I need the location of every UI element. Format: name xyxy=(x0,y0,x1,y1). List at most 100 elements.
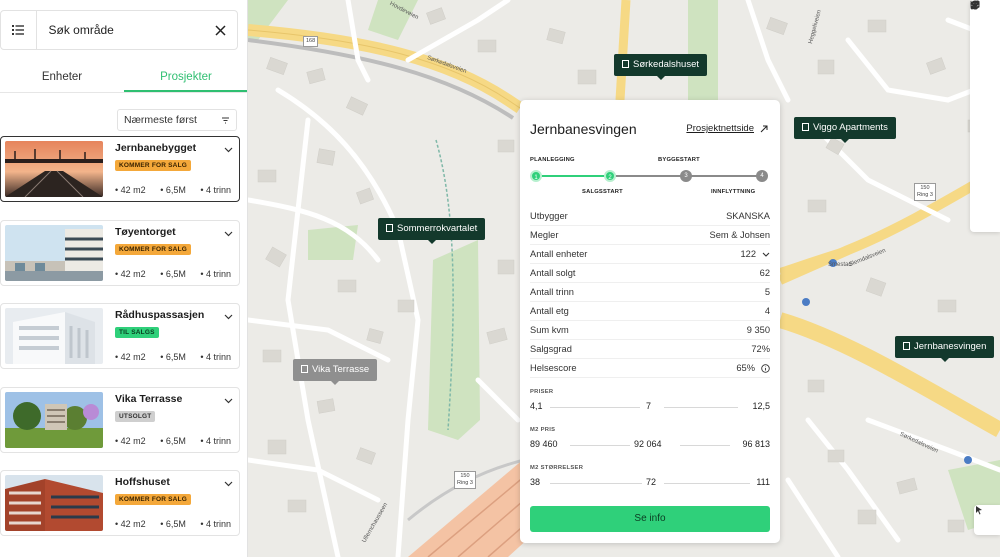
project-card[interactable]: Jernbanebygget KOMMER FOR SALG • 42 m2 •… xyxy=(0,136,240,202)
info-icon[interactable] xyxy=(761,363,770,373)
fact-label: Megler xyxy=(530,230,559,240)
edit-button[interactable] xyxy=(970,0,1000,165)
app-root: Enheter Prosjekter Nærmeste først Jernba… xyxy=(0,0,1000,557)
m2-price-range: M2 PRIS 89 460 92 064 96 813 xyxy=(530,427,770,453)
building-icon xyxy=(802,123,809,131)
timeline-progress-line xyxy=(536,175,610,177)
map-pin[interactable]: Viggo Apartments xyxy=(794,117,896,143)
sort-icon xyxy=(222,117,229,123)
project-card[interactable]: Hoffshuset KOMMER FOR SALG • 42 m2 • 6,5… xyxy=(0,470,240,536)
search-bar xyxy=(0,10,238,50)
road-number: 150 xyxy=(920,185,930,191)
3d-button[interactable] xyxy=(970,0,1000,198)
fact-row: Antall etg 4 xyxy=(530,302,770,321)
project-thumbnail xyxy=(5,475,103,531)
project-card-body: Hoffshuset KOMMER FOR SALG • 42 m2 • 6,5… xyxy=(115,475,239,531)
project-card[interactable]: Tøyentorget KOMMER FOR SALG • 42 m2 • 6,… xyxy=(0,219,243,286)
size-value: • 42 m2 xyxy=(115,185,146,195)
price-range: PRISER 4,1 7 12,5 xyxy=(530,389,770,415)
road-number: 168 xyxy=(306,38,316,44)
sort-dropdown[interactable]: Nærmeste først xyxy=(117,109,237,131)
map-pin[interactable]: Sommerrokvartalet xyxy=(378,218,486,244)
fact-row: Salgsgrad 72% xyxy=(530,340,770,359)
steps-value: • 4 trinn xyxy=(200,185,232,195)
tab-prosjekter[interactable]: Prosjekter xyxy=(124,63,247,92)
range-max: 12,5 xyxy=(752,401,770,411)
menu-button[interactable] xyxy=(1,11,37,49)
timeline-step-label: PLANLEGGING xyxy=(530,157,575,163)
fact-row: Sum kvm 9 350 xyxy=(530,321,770,340)
fact-label: Sum kvm xyxy=(530,325,569,335)
road-shield: 168 xyxy=(303,36,319,47)
project-meta: • 42 m2 • 6,5M • 4 trinn xyxy=(115,185,243,195)
timeline-step-label: SALGSSTART xyxy=(582,189,623,195)
range-max: 96 813 xyxy=(742,439,770,449)
layers-button[interactable] xyxy=(970,1,1000,66)
project-meta: • 42 m2 • 6,5M • 4 trinn xyxy=(115,436,243,446)
pin-label: Sommerrokvartalet xyxy=(397,223,478,234)
list-icon xyxy=(12,25,25,35)
location-button[interactable] xyxy=(970,1,1000,132)
project-card[interactable]: Vika Terrasse UTSOLGT • 42 m2 • 6,5M • 4… xyxy=(0,386,243,453)
price-value: • 6,5M xyxy=(160,435,186,446)
project-name: Vika Terrasse xyxy=(115,392,183,405)
chevron-down-icon[interactable] xyxy=(762,252,770,257)
chevron-down-icon[interactable] xyxy=(224,398,233,404)
fact-value-wrap: 65% xyxy=(736,363,770,373)
price-value: • 6,5M xyxy=(160,185,186,195)
tab-enheter[interactable]: Enheter xyxy=(0,63,124,92)
road-shield: 150 Ring 3 xyxy=(914,183,936,201)
sort-label: Nærmeste først xyxy=(124,114,197,126)
cursor-icon xyxy=(976,506,982,515)
fact-row-units[interactable]: Antall enheter 122 xyxy=(530,245,770,264)
range-max: 111 xyxy=(756,477,770,487)
price-value: • 6,5M xyxy=(160,268,186,279)
filter-button[interactable] xyxy=(970,1,1000,99)
status-badge: UTSOLGT xyxy=(115,410,156,422)
size-value: • 42 m2 xyxy=(115,352,146,362)
range-row: 4,1 7 12,5 xyxy=(530,399,770,415)
cursor-button[interactable] xyxy=(974,505,1000,535)
tab-bar: Enheter Prosjekter xyxy=(0,63,247,93)
project-meta: • 42 m2 • 6,5M • 4 trinn xyxy=(115,352,243,362)
project-card-body: Rådhuspassasjen TIL SALGS • 42 m2 • 6,5M… xyxy=(115,308,239,364)
map-pin[interactable]: Jernbanesvingen xyxy=(895,336,995,362)
clear-search-button[interactable] xyxy=(204,11,238,49)
status-badge: KOMMER FOR SALG xyxy=(115,494,191,505)
road-shield: 150 Ring 3 xyxy=(454,471,476,489)
chevron-down-icon[interactable] xyxy=(224,314,233,320)
range-row: 89 460 92 064 96 813 xyxy=(530,437,770,453)
project-website-link[interactable]: Prosjektnettside xyxy=(686,123,768,134)
search-input[interactable] xyxy=(36,23,204,37)
project-card[interactable]: Rådhuspassasjen TIL SALGS • 42 m2 • 6,5M… xyxy=(0,303,240,369)
chevron-down-icon[interactable] xyxy=(224,481,233,487)
fact-row: Megler Sem & Johsen xyxy=(530,226,770,245)
status-badge: KOMMER FOR SALG xyxy=(115,160,191,171)
map-pin[interactable]: Sørkedalshuset xyxy=(614,54,708,80)
status-badge: KOMMER FOR SALG xyxy=(115,243,191,255)
range-min: 38 xyxy=(530,477,541,487)
fact-value-wrap: 122 xyxy=(740,249,770,259)
popup-title: Jernbanesvingen xyxy=(530,121,637,137)
measure-button[interactable] xyxy=(970,0,1000,231)
range-mid: 7 xyxy=(646,401,652,411)
see-info-button[interactable]: Se info xyxy=(530,506,770,532)
fact-value: 9 350 xyxy=(746,325,770,335)
road-number: 150 xyxy=(460,473,470,479)
range-label: PRISER xyxy=(530,389,554,395)
building-icon xyxy=(622,60,629,68)
link-label: Prosjektnettside xyxy=(686,123,754,134)
map-toolbar xyxy=(970,0,1000,232)
map-pin[interactable]: Vika Terrasse xyxy=(293,359,378,385)
chevron-down-icon[interactable] xyxy=(224,231,233,237)
project-thumbnail xyxy=(5,224,103,281)
chevron-down-icon[interactable] xyxy=(224,147,233,153)
building-icon xyxy=(386,224,393,232)
steps-value: • 4 trinn xyxy=(200,268,232,279)
ruler-icon xyxy=(970,0,980,10)
status-badge: TIL SALGS xyxy=(115,327,159,338)
fact-value: 62 xyxy=(759,268,770,278)
sidebar: Enheter Prosjekter Nærmeste først Jernba… xyxy=(0,0,248,557)
project-name: Jernbanebygget xyxy=(115,142,197,154)
project-meta: • 42 m2 • 6,5M • 4 trinn xyxy=(115,269,243,279)
